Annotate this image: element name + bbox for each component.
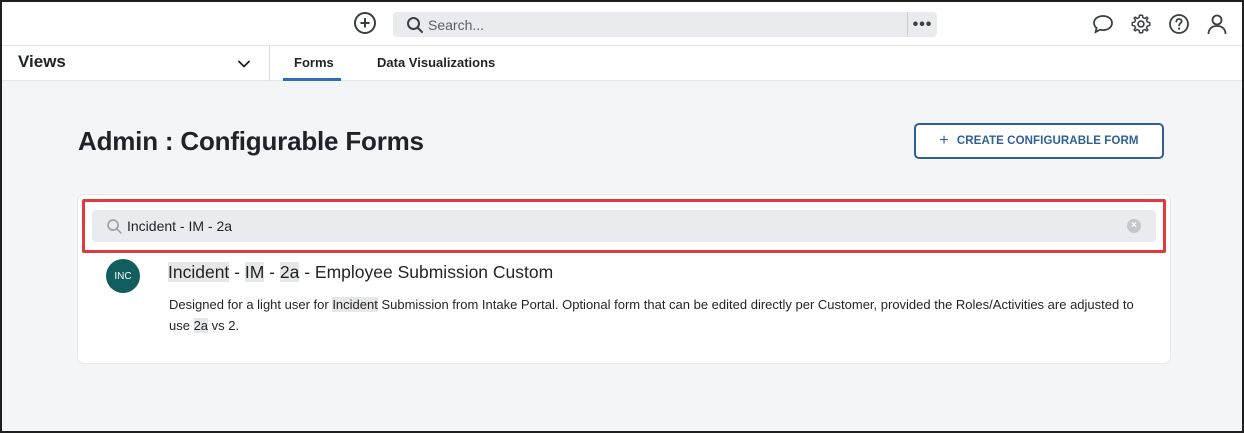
page-title: Admin : Configurable Forms [78, 126, 424, 156]
global-search-bar[interactable]: ••• [393, 12, 937, 37]
title-text: Employee Submission Custom [314, 262, 554, 282]
divider [269, 46, 270, 81]
app-window: + ••• [0, 0, 1244, 433]
title-separator: - [299, 262, 315, 282]
desc-text: vs 2. [208, 318, 240, 333]
gear-icon[interactable] [1130, 12, 1152, 36]
result-description: Designed for a light user for Incident S… [169, 294, 1149, 336]
match-highlight: 2a [279, 262, 300, 282]
help-icon[interactable] [1168, 12, 1190, 36]
search-icon [407, 16, 423, 33]
create-button-label: CREATE CONFIGURABLE FORM [956, 135, 1139, 147]
sub-navigation: Views Forms Data Visualizations [2, 46, 1242, 81]
tab-forms[interactable]: Forms [294, 55, 334, 70]
search-options-button[interactable]: ••• [907, 12, 937, 37]
form-avatar: INC [106, 259, 140, 293]
tab-data-visualizations[interactable]: Data Visualizations [377, 55, 495, 70]
top-bar: + ••• [2, 2, 1242, 46]
top-icon-group [1092, 12, 1228, 36]
title-separator: - [264, 262, 280, 282]
plus-icon: + [939, 132, 949, 149]
title-separator: - [229, 262, 245, 282]
match-highlight: Incident [168, 262, 230, 282]
chat-icon[interactable] [1092, 12, 1114, 36]
result-title-link[interactable]: Incident - IM - 2a - Employee Submission… [168, 262, 553, 283]
active-tab-indicator [283, 78, 341, 81]
match-highlight: IM [244, 262, 265, 282]
create-configurable-form-button[interactable]: + CREATE CONFIGURABLE FORM [914, 123, 1164, 159]
views-menu-label[interactable]: Views [18, 52, 66, 72]
match-highlight: Incident [332, 297, 378, 312]
match-highlight: 2a [193, 318, 209, 333]
add-icon[interactable]: + [354, 12, 376, 34]
search-highlight-annotation [82, 199, 1166, 253]
chevron-down-icon[interactable] [236, 56, 252, 72]
global-search-input[interactable] [428, 16, 898, 33]
desc-text: Designed for a light user for [169, 297, 333, 312]
user-profile-icon[interactable] [1206, 12, 1228, 36]
